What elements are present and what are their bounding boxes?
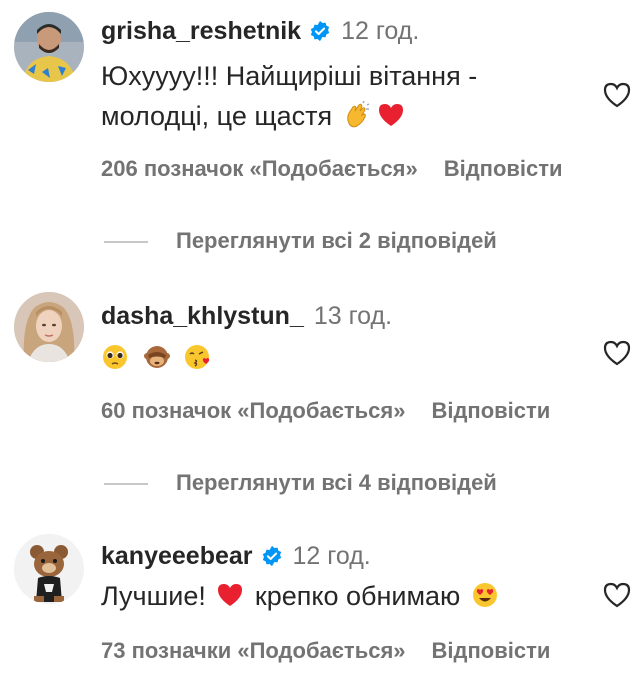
username[interactable]: dasha_khlystun_ 13 год. xyxy=(101,302,392,331)
comment-text: Юхуууу!!! Найщиріші вітання - молодці, ц… xyxy=(101,56,477,136)
divider-line xyxy=(104,483,148,486)
likes-count[interactable]: 73 позначки «Подобається» xyxy=(101,638,406,663)
view-replies-button[interactable]: Переглянути всі 4 відповідей xyxy=(104,470,497,496)
divider-line xyxy=(104,241,148,244)
comment-text-line-2: молодці, це щастя xyxy=(101,96,477,136)
comment-text-line-1: Юхуууу!!! Найщиріші вітання - xyxy=(101,61,478,91)
avatar[interactable] xyxy=(14,534,84,604)
like-heart-icon[interactable] xyxy=(602,580,632,610)
comment-meta: 60 позначок «Подобається» Відповісти xyxy=(101,398,550,424)
reply-button[interactable]: Відповісти xyxy=(432,638,551,663)
timestamp[interactable]: 13 год. xyxy=(314,302,392,330)
like-heart-icon[interactable] xyxy=(602,338,632,368)
see-no-evil-monkey-emoji-icon xyxy=(143,346,170,368)
like-heart-icon[interactable] xyxy=(602,80,632,110)
reply-button[interactable]: Відповісти xyxy=(431,398,550,423)
comment-text: Лучшие! крепко обнимаю xyxy=(101,576,502,616)
comment-meta: 73 позначки «Подобається» Відповісти xyxy=(101,638,550,664)
timestamp[interactable]: 12 год. xyxy=(293,542,371,570)
username[interactable]: kanyeeebear 12 год. xyxy=(101,542,371,571)
pleading-face-emoji-icon xyxy=(103,345,127,369)
smiling-face-heart-eyes-emoji-icon xyxy=(472,583,497,607)
red-heart-emoji-icon xyxy=(378,104,403,126)
avatar[interactable] xyxy=(14,12,84,82)
timestamp[interactable]: 12 год. xyxy=(341,17,419,45)
avatar[interactable] xyxy=(14,292,84,362)
reply-button[interactable]: Відповісти xyxy=(444,156,563,181)
verified-badge-icon xyxy=(262,545,281,567)
view-replies-button[interactable]: Переглянути всі 2 відповідей xyxy=(104,228,497,254)
verified-badge-icon xyxy=(310,20,330,42)
likes-count[interactable]: 60 позначок «Подобається» xyxy=(101,398,405,423)
comment-text xyxy=(101,338,215,378)
red-heart-emoji-icon xyxy=(218,584,243,606)
face-blowing-kiss-emoji-icon xyxy=(185,345,210,369)
likes-count[interactable]: 206 позначок «Подобається» xyxy=(101,156,418,181)
username[interactable]: grisha_reshetnik 12 год. xyxy=(101,17,419,46)
comment-meta: 206 позначок «Подобається» Відповісти xyxy=(101,156,563,182)
clap-emoji-icon xyxy=(346,101,369,128)
